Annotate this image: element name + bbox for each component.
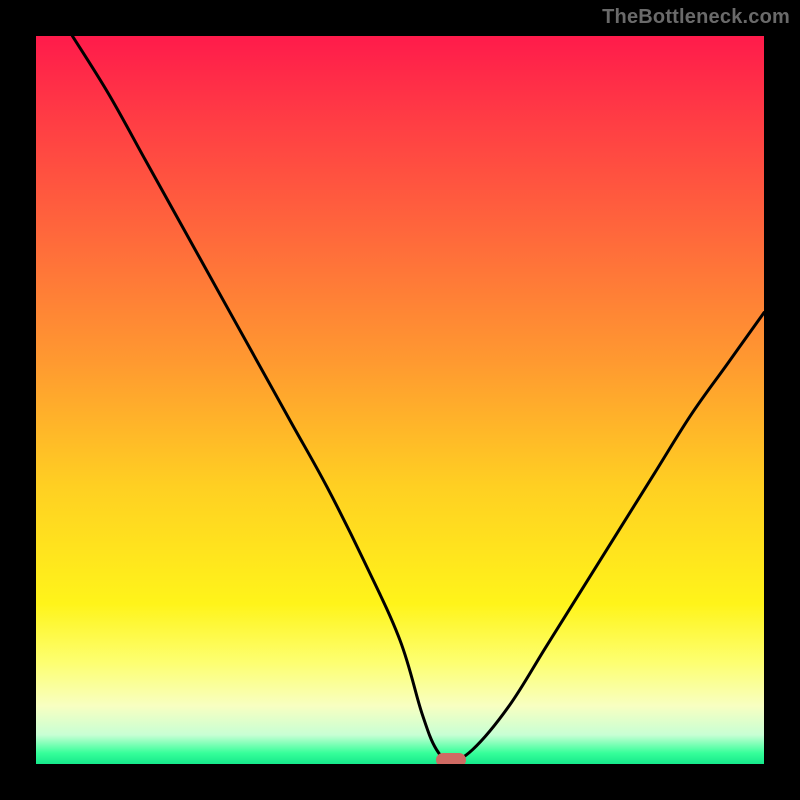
- optimal-point-marker: [436, 753, 466, 764]
- plot-area: [36, 36, 764, 764]
- watermark-text: TheBottleneck.com: [602, 6, 790, 29]
- chart-frame: TheBottleneck.com: [0, 0, 800, 800]
- bottleneck-curve: [36, 36, 764, 764]
